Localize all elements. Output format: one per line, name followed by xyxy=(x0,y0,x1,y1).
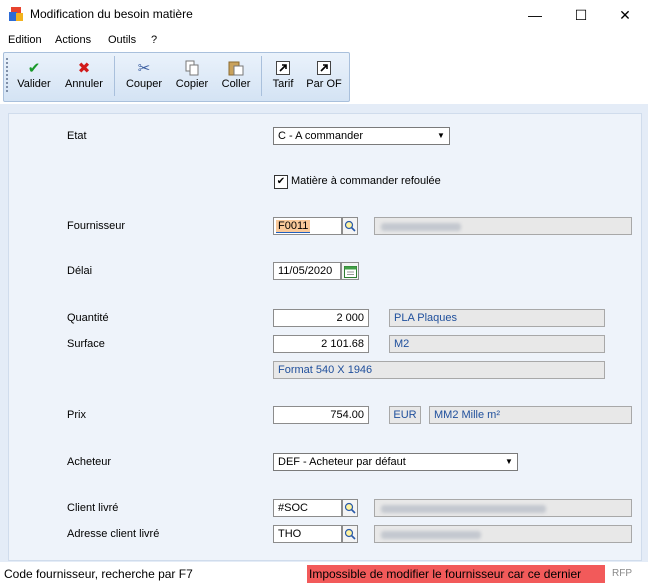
fournisseur-code-value: F0011 xyxy=(276,220,311,233)
redacted-text xyxy=(381,531,481,539)
menu-edition[interactable]: Edition xyxy=(8,34,42,46)
status-mode: RFP xyxy=(612,568,632,579)
window-title: Modification du besoin matière xyxy=(30,7,193,21)
fournisseur-lookup-button[interactable] xyxy=(342,217,358,235)
prix-label: Prix xyxy=(67,409,86,421)
format-field: Format 540 X 1946 xyxy=(273,361,605,379)
acheteur-value: DEF - Acheteur par défaut xyxy=(278,456,406,468)
etat-label: Etat xyxy=(67,130,87,142)
fournisseur-name-field xyxy=(374,217,632,235)
surface-unit-field: M2 xyxy=(389,335,605,353)
adresse-client-input[interactable]: THO xyxy=(273,525,342,543)
scissors-icon: ✂ xyxy=(137,60,151,77)
quantite-unit-field: PLA Plaques xyxy=(389,309,605,327)
menu-help[interactable]: ? xyxy=(151,34,157,46)
menu-bar xyxy=(0,30,648,50)
par-of-label: Par OF xyxy=(306,78,342,90)
etat-value: C - A commander xyxy=(278,130,363,142)
coller-button[interactable]: Coller xyxy=(211,58,261,90)
chevron-down-icon[interactable]: ▼ xyxy=(434,129,448,143)
etat-select[interactable]: C - A commander ▼ xyxy=(273,127,450,145)
refoulee-label: Matière à commander refoulée xyxy=(291,175,441,187)
menu-actions[interactable]: Actions xyxy=(55,34,91,46)
annuler-label: Annuler xyxy=(65,78,103,90)
acheteur-select[interactable]: DEF - Acheteur par défaut ▼ xyxy=(273,453,518,471)
copy-icon xyxy=(167,58,217,78)
app-icon xyxy=(9,7,23,21)
external-link-icon xyxy=(299,58,349,78)
redacted-text xyxy=(381,223,461,231)
search-icon xyxy=(344,220,356,232)
minimize-button[interactable]: — xyxy=(512,0,558,30)
adresse-client-name-field xyxy=(374,525,632,543)
search-icon xyxy=(344,528,356,540)
client-livre-input[interactable]: #SOC xyxy=(273,499,342,517)
fournisseur-code-input[interactable]: F0011 xyxy=(273,217,342,235)
quantite-input[interactable]: 2 000 xyxy=(273,309,369,327)
prix-unit-field: MM2 Mille m² xyxy=(429,406,632,424)
cross-icon: ✖ xyxy=(77,60,91,77)
search-icon xyxy=(344,502,356,514)
client-livre-lookup-button[interactable] xyxy=(342,499,358,517)
valider-label: Valider xyxy=(17,78,51,90)
status-error-message: Impossible de modifier le fournisseur ca… xyxy=(307,565,605,583)
coller-label: Coller xyxy=(221,78,251,90)
maximize-button[interactable]: ☐ xyxy=(558,0,604,30)
delai-label: Délai xyxy=(67,265,93,277)
quantite-label: Quantité xyxy=(67,312,109,324)
calendar-button[interactable] xyxy=(341,262,359,280)
surface-label: Surface xyxy=(67,338,105,350)
close-button[interactable]: ✕ xyxy=(602,0,648,30)
chevron-down-icon[interactable]: ▼ xyxy=(502,455,516,469)
prix-currency-field: EUR xyxy=(389,406,421,424)
adresse-client-label: Adresse client livré xyxy=(67,528,160,540)
par-of-button[interactable]: Par OF xyxy=(299,58,349,90)
check-icon: ✔ xyxy=(27,60,41,77)
annuler-button[interactable]: ✖ Annuler xyxy=(59,58,109,90)
refoulee-checkbox[interactable]: ✔ xyxy=(274,175,288,189)
surface-input[interactable]: 2 101.68 xyxy=(273,335,369,353)
client-livre-label: Client livré xyxy=(67,502,119,514)
couper-button[interactable]: ✂ Couper xyxy=(119,58,169,90)
calendar-icon xyxy=(343,265,357,278)
valider-button[interactable]: ✔ Valider xyxy=(9,58,59,90)
status-hint: Code fournisseur, recherche par F7 xyxy=(4,567,193,581)
copier-label: Copier xyxy=(175,78,209,90)
acheteur-label: Acheteur xyxy=(67,456,112,468)
toolbar-separator xyxy=(114,56,115,96)
copier-button[interactable]: Copier xyxy=(167,58,217,90)
delai-input[interactable]: 11/05/2020 xyxy=(273,262,341,280)
prix-input[interactable]: 754.00 xyxy=(273,406,369,424)
couper-label: Couper xyxy=(125,78,163,90)
menu-outils[interactable]: Outils xyxy=(108,34,136,46)
paste-icon xyxy=(211,58,261,78)
adresse-client-lookup-button[interactable] xyxy=(342,525,358,543)
fournisseur-label: Fournisseur xyxy=(67,220,126,232)
client-livre-name-field xyxy=(374,499,632,517)
redacted-text xyxy=(381,505,546,513)
